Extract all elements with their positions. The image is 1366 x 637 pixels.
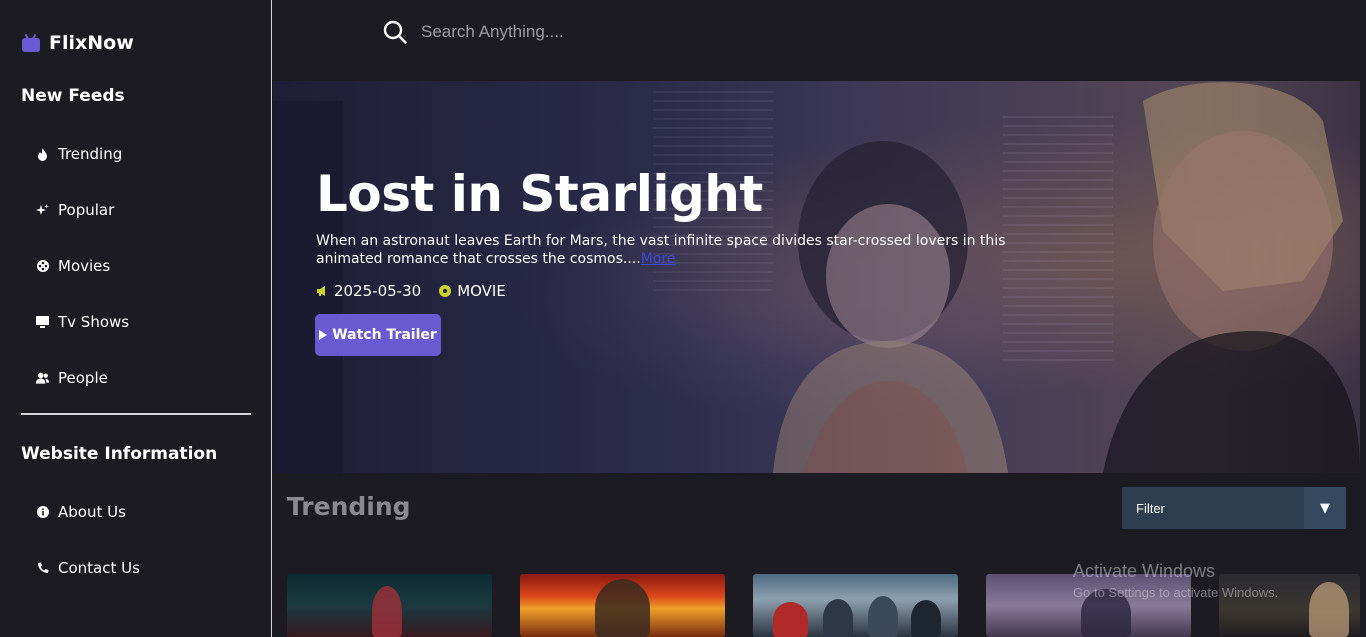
section-title-new-feeds: New Feeds — [21, 86, 125, 106]
poster-figure — [823, 599, 853, 637]
hero-description: When an astronaut leaves Earth for Mars,… — [316, 232, 1016, 268]
film-reel-icon — [439, 285, 452, 297]
release-date: 2025-05-30 — [316, 282, 421, 300]
poster-figure — [1309, 582, 1349, 637]
brand-name: FlixNow — [49, 32, 134, 54]
sidebar-item-label: Tv Shows — [58, 313, 130, 331]
hero-overlay — [273, 81, 1360, 473]
poster-figure — [911, 600, 941, 637]
poster-figure — [773, 602, 808, 637]
search-bar — [273, 0, 1366, 81]
more-link[interactable]: More — [641, 251, 676, 267]
movie-card[interactable] — [520, 574, 725, 637]
watch-trailer-button[interactable]: Watch Trailer — [315, 314, 441, 356]
watermark-subtitle: Go to Settings to activate Windows. — [1073, 585, 1279, 600]
sidebar-item-label: People — [58, 369, 108, 387]
sidebar-item-label: Contact Us — [58, 559, 140, 577]
info-icon — [36, 506, 49, 519]
hero-banner: Lost in Starlight When an astronaut leav… — [273, 81, 1360, 473]
filter-dropdown[interactable]: Filter ▼ — [1122, 487, 1346, 529]
poster-figure — [868, 596, 898, 637]
release-date-text: 2025-05-30 — [334, 282, 422, 300]
watch-trailer-label: Watch Trailer — [332, 327, 437, 343]
sidebar-item-contact-us[interactable]: Contact Us — [36, 559, 140, 577]
sidebar-item-movies[interactable]: Movies — [36, 257, 110, 275]
activate-windows-watermark: Activate Windows Go to Settings to activ… — [1073, 561, 1278, 600]
media-type: MOVIE — [439, 282, 506, 300]
watermark-title: Activate Windows — [1073, 561, 1216, 581]
filter-selected-value: Filter — [1136, 500, 1165, 516]
sidebar-item-popular[interactable]: Popular — [36, 201, 114, 219]
trending-heading: Trending — [287, 492, 411, 521]
movie-card[interactable] — [753, 574, 958, 637]
search-icon[interactable] — [383, 20, 407, 44]
people-icon — [36, 372, 49, 385]
sidebar: FlixNow New Feeds Trending Popular Movie… — [0, 0, 272, 637]
sidebar-item-people[interactable]: People — [36, 369, 108, 387]
sidebar-item-tv-shows[interactable]: Tv Shows — [36, 313, 129, 331]
brand-logo[interactable]: FlixNow — [22, 32, 134, 54]
sidebar-item-label: Movies — [58, 257, 111, 275]
media-type-text: MOVIE — [457, 282, 506, 300]
chevron-down-icon: ▼ — [1304, 487, 1346, 529]
sidebar-item-label: About Us — [58, 503, 126, 521]
tv-logo-icon — [22, 33, 40, 52]
phone-icon — [36, 562, 49, 575]
tv-icon — [36, 316, 49, 329]
hero-meta: 2025-05-30 MOVIE — [316, 282, 506, 300]
poster-figure — [372, 586, 402, 637]
megaphone-icon — [317, 286, 325, 296]
app-window: FlixNow New Feeds Trending Popular Movie… — [0, 0, 1366, 637]
sidebar-item-about-us[interactable]: About Us — [36, 503, 126, 521]
fire-icon — [36, 147, 49, 161]
search-input[interactable] — [421, 18, 921, 46]
sidebar-divider — [21, 413, 251, 415]
film-reel-icon — [36, 260, 49, 273]
poster-figure — [595, 579, 650, 637]
play-icon — [319, 330, 328, 340]
section-title-website-information: Website Information — [21, 444, 218, 464]
sidebar-item-trending[interactable]: Trending — [36, 145, 122, 163]
sidebar-item-label: Trending — [58, 145, 123, 163]
sparkle-icon — [36, 203, 49, 217]
hero-title: Lost in Starlight — [316, 165, 763, 223]
movie-card[interactable] — [287, 574, 492, 637]
sidebar-item-label: Popular — [58, 201, 115, 219]
scroll-gutter — [1360, 81, 1366, 473]
